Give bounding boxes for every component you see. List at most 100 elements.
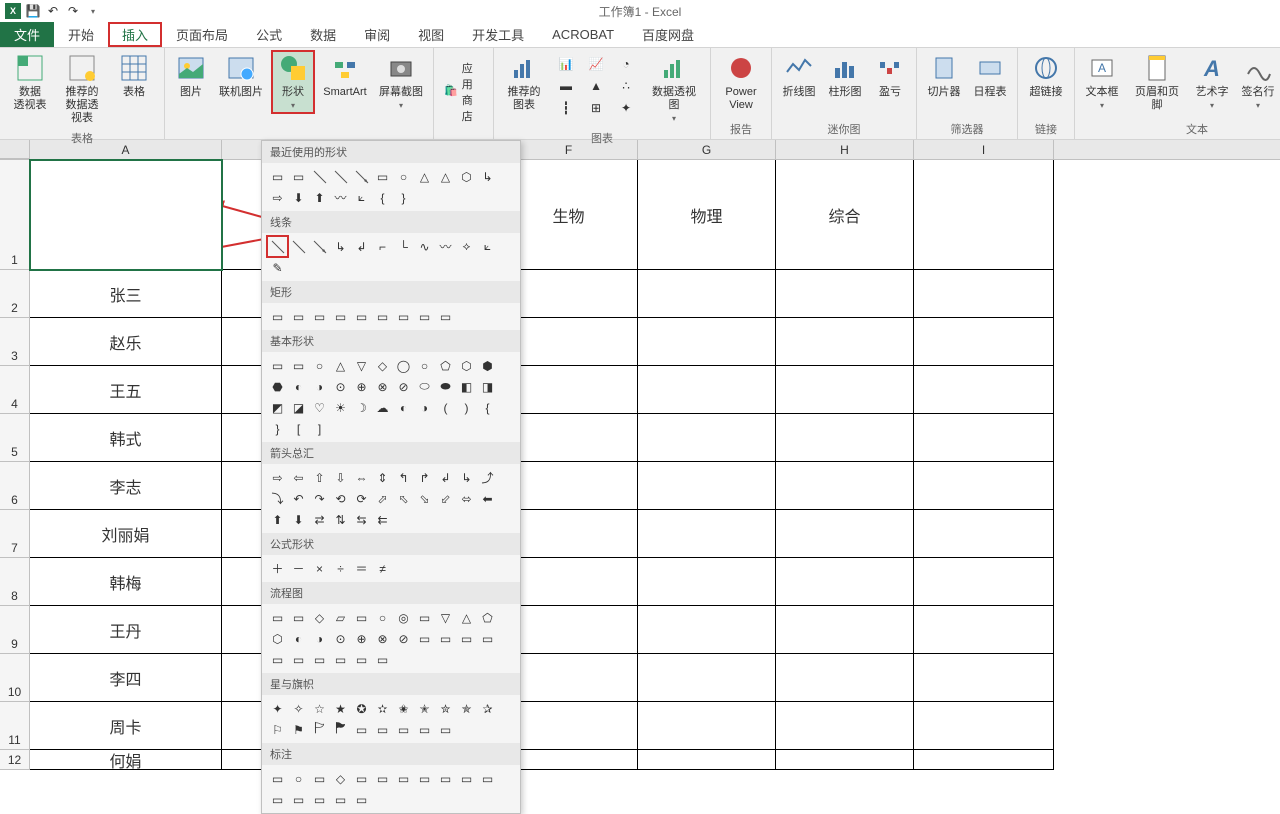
cell[interactable]: 李四 <box>30 654 222 702</box>
cell[interactable]: 韩式 <box>30 414 222 462</box>
shape-item[interactable]: ▱ <box>331 608 350 627</box>
shape-item[interactable]: ✭ <box>415 699 434 718</box>
shape-item[interactable]: ☽ <box>352 398 371 417</box>
undo-icon[interactable]: ↶ <box>44 2 62 20</box>
cell[interactable] <box>776 750 914 770</box>
cell[interactable] <box>776 462 914 510</box>
shape-item[interactable]: ⊘ <box>394 629 413 648</box>
stock-chart-button[interactable]: ┇ <box>552 98 580 118</box>
shape-item[interactable]: ▭ <box>268 307 287 326</box>
shape-item[interactable]: ▭ <box>331 790 350 809</box>
sparkline-winloss-button[interactable]: 盈亏 <box>870 50 910 101</box>
shape-item[interactable]: ⬬ <box>436 377 455 396</box>
shape-item[interactable]: ▭ <box>373 720 392 739</box>
shape-item[interactable]: ▭ <box>478 769 497 788</box>
cell[interactable]: 韩梅 <box>30 558 222 606</box>
shape-item[interactable]: ) <box>457 398 476 417</box>
shape-item[interactable]: ] <box>310 419 329 438</box>
cell[interactable] <box>638 750 776 770</box>
online-pictures-button[interactable]: 联机图片 <box>215 50 267 101</box>
shape-item[interactable]: ↱ <box>415 468 434 487</box>
pie-chart-button[interactable]: ◔ <box>612 54 640 74</box>
shape-item[interactable]: { <box>373 188 392 207</box>
shapes-button[interactable]: 形状▾ <box>271 50 315 114</box>
shape-item[interactable]: ▭ <box>268 650 287 669</box>
pictures-button[interactable]: 图片 <box>171 50 211 101</box>
shape-item[interactable]: ▭ <box>436 307 455 326</box>
cell[interactable] <box>638 510 776 558</box>
shape-item[interactable]: ◩ <box>268 398 287 417</box>
shape-item[interactable]: ↷ <box>310 489 329 508</box>
shape-item[interactable]: ✪ <box>352 699 371 718</box>
tab-file[interactable]: 文件 <box>0 22 54 47</box>
row-header-2[interactable]: 2 <box>0 270 30 318</box>
shape-item[interactable]: ÷ <box>331 559 350 578</box>
shape-item[interactable]: ▭ <box>331 307 350 326</box>
shape-item[interactable]: ⬇ <box>289 188 308 207</box>
cell[interactable]: 刘丽娟 <box>30 510 222 558</box>
row-header-3[interactable]: 3 <box>0 318 30 366</box>
screenshot-button[interactable]: 屏幕截图▾ <box>375 50 427 114</box>
shape-item[interactable]: ▭ <box>289 356 308 375</box>
shape-item[interactable]: ⇅ <box>331 510 350 529</box>
shape-item[interactable]: ⚑ <box>289 720 308 739</box>
shape-item[interactable]: ⇆ <box>352 510 371 529</box>
shape-item[interactable]: 🏲 <box>331 720 350 739</box>
timeline-button[interactable]: 日程表 <box>969 50 1011 101</box>
shape-item[interactable]: ▭ <box>415 720 434 739</box>
cell[interactable] <box>30 160 222 270</box>
shape-item[interactable]: ◎ <box>394 608 413 627</box>
headerfooter-button[interactable]: 页眉和页脚 <box>1127 50 1187 114</box>
cell[interactable] <box>914 462 1054 510</box>
shape-item[interactable]: ▭ <box>436 720 455 739</box>
shape-item[interactable]: ⇨ <box>268 188 287 207</box>
shape-item[interactable]: ○ <box>415 356 434 375</box>
shape-item[interactable]: ⬡ <box>457 167 476 186</box>
shape-item[interactable]: ↰ <box>394 468 413 487</box>
cell[interactable] <box>776 654 914 702</box>
cell[interactable] <box>776 270 914 318</box>
cell[interactable] <box>638 462 776 510</box>
pivotchart-button[interactable]: 数据透视图▾ <box>644 50 704 128</box>
row-header-9[interactable]: 9 <box>0 606 30 654</box>
shape-item[interactable]: ○ <box>289 769 308 788</box>
hyperlink-button[interactable]: 超链接 <box>1024 50 1068 101</box>
shape-item[interactable] <box>310 237 329 256</box>
combo-chart-button[interactable]: ⊞ <box>582 98 610 118</box>
cell[interactable] <box>776 414 914 462</box>
shape-item[interactable]: ⇧ <box>310 468 329 487</box>
shape-item[interactable]: ≠ <box>373 559 392 578</box>
cell[interactable] <box>638 606 776 654</box>
shape-item[interactable]: ⇄ <box>310 510 329 529</box>
shape-item[interactable]: ⊙ <box>331 629 350 648</box>
shape-item[interactable]: ◪ <box>289 398 308 417</box>
shape-item[interactable]: ▭ <box>415 307 434 326</box>
shape-item[interactable]: ⤴ <box>478 468 497 487</box>
shape-item[interactable]: ◇ <box>331 769 350 788</box>
shape-item[interactable]: － <box>289 559 308 578</box>
shape-item[interactable]: ⬀ <box>373 489 392 508</box>
shape-item[interactable]: ⇩ <box>331 468 350 487</box>
shape-item[interactable]: ▭ <box>394 720 413 739</box>
column-chart-button[interactable]: 📊 <box>552 54 580 74</box>
shape-item[interactable]: ▭ <box>373 650 392 669</box>
shape-item[interactable]: ↳ <box>478 167 497 186</box>
row-header-12[interactable]: 12 <box>0 750 30 770</box>
shape-item[interactable]: ⬢ <box>478 356 497 375</box>
tab-formulas[interactable]: 公式 <box>242 22 296 47</box>
shape-item[interactable]: ▭ <box>289 790 308 809</box>
shape-item[interactable]: △ <box>331 356 350 375</box>
cell[interactable] <box>638 318 776 366</box>
shape-item[interactable]: ⟀ <box>478 237 497 256</box>
shape-item[interactable]: ✯ <box>457 699 476 718</box>
column-header-H[interactable]: H <box>776 140 914 159</box>
shape-item[interactable]: ▭ <box>289 650 308 669</box>
row-header-11[interactable]: 11 <box>0 702 30 750</box>
shape-item[interactable]: ◐ <box>289 377 308 396</box>
shape-item[interactable]: ◧ <box>457 377 476 396</box>
shape-item[interactable]: ✎ <box>268 258 287 277</box>
shape-item[interactable]: ◇ <box>373 356 392 375</box>
shape-item[interactable]: ◑ <box>310 377 329 396</box>
shape-item[interactable]: 〰 <box>331 188 350 207</box>
cell[interactable]: 周卡 <box>30 702 222 750</box>
